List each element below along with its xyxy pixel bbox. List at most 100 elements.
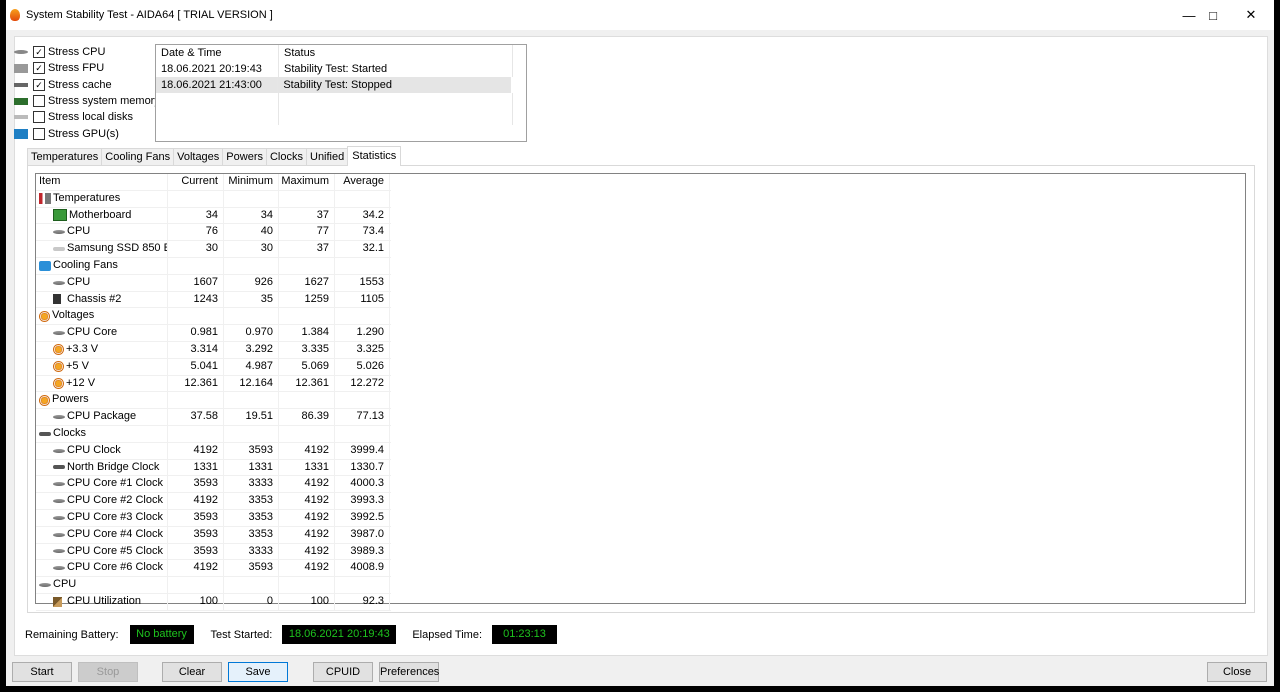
stress-option[interactable]: Stress GPU(s) <box>14 125 160 141</box>
table-row[interactable]: +3.3 V 3.314 3.292 3.335 3.325 <box>36 341 391 359</box>
table-row[interactable]: +5 V 5.041 4.987 5.069 5.026 <box>36 358 391 376</box>
tab-cooling-fans[interactable]: Cooling Fans <box>101 148 175 165</box>
checkbox[interactable]: ✓ <box>33 62 45 75</box>
tab-clocks[interactable]: Clocks <box>265 148 307 165</box>
minimum-value: 926 <box>224 274 279 291</box>
tab-powers[interactable]: Powers <box>222 148 267 165</box>
col-maximum[interactable]: Maximum <box>279 174 335 190</box>
maximum-value: 12.361 <box>279 375 335 392</box>
table-row[interactable]: CPU Core #4 Clock 3593 3353 4192 3987.0 <box>36 526 391 544</box>
minimum-value: 35 <box>224 291 279 308</box>
item-label: North Bridge Clock <box>67 460 160 473</box>
col-average[interactable]: Average <box>335 174 390 190</box>
table-row[interactable]: CPU Clock 4192 3593 4192 3999.4 <box>36 442 391 460</box>
table-row[interactable]: CPU 76 40 77 73.4 <box>36 224 391 242</box>
table-row[interactable]: Samsung SSD 850 EV...30303732.1 <box>36 241 391 258</box>
current-value: 5.041 <box>168 358 224 375</box>
group-row[interactable]: Powers <box>36 392 391 410</box>
current-value: 37.58 <box>168 409 224 425</box>
minimum-value <box>224 257 279 274</box>
current-value: 1243 <box>168 291 224 308</box>
table-row[interactable]: CPU Core #1 Clock 3593 3333 4192 4000.3 <box>36 476 391 494</box>
maximum-value: 4192 <box>279 543 335 560</box>
table-row[interactable]: Chassis #2 1243 35 1259 1105 <box>36 291 391 309</box>
stress-option[interactable]: ✓ Stress CPU <box>14 44 160 60</box>
memory-icon <box>14 97 28 105</box>
stress-option[interactable]: ✓ Stress cache <box>14 77 160 93</box>
table-row[interactable]: CPU Package 37.58 19.51 86.39 77.13 <box>36 409 391 426</box>
log-row[interactable]: 18.06.2021 21:43:00 Stability Test: Stopp… <box>156 77 511 93</box>
start-button[interactable]: Start <box>12 662 72 682</box>
close-window-button[interactable]: ✕ <box>1228 0 1274 30</box>
current-value: 4192 <box>168 442 224 459</box>
checkbox[interactable]: ✓ <box>33 46 45 59</box>
maximum-value: 100 <box>279 593 335 610</box>
chassis-icon <box>53 294 61 305</box>
checkbox[interactable] <box>33 95 45 108</box>
table-row[interactable]: CPU Utilization 100 0 100 92.3 <box>36 593 391 611</box>
item-label: Cooling Fans <box>53 258 118 271</box>
stress-option[interactable]: Stress system memory <box>14 93 160 109</box>
checkbox[interactable] <box>33 111 45 124</box>
checkbox[interactable]: ✓ <box>33 78 45 91</box>
stop-button[interactable]: Stop <box>78 662 138 682</box>
minimum-value <box>224 425 279 442</box>
window-title: System Stability Test - AIDA64 [ TRIAL V… <box>26 9 273 21</box>
minimum-value <box>224 392 279 409</box>
checkbox[interactable] <box>33 127 45 140</box>
average-value <box>335 577 390 593</box>
table-row[interactable]: CPU Core #6 Clock 4192 3593 4192 4008.9 <box>36 560 391 578</box>
group-row[interactable]: Cooling Fans <box>36 257 391 275</box>
table-row[interactable]: CPU Core #2 Clock 4192 3353 4192 3993.3 <box>36 493 391 510</box>
item-label: CPU <box>67 275 91 288</box>
log-header-status[interactable]: Status <box>279 45 513 61</box>
average-value: 92.3 <box>335 593 390 610</box>
maximum-value: 86.39 <box>279 409 335 425</box>
average-value: 1.290 <box>335 325 390 341</box>
table-row[interactable]: CPU Core 0.981 0.970 1.384 1.290 <box>36 325 391 342</box>
item-label: Temperatures <box>53 191 121 204</box>
close-button[interactable]: Close <box>1207 662 1267 682</box>
log-header-datetime[interactable]: Date & Time <box>156 45 279 61</box>
stress-option[interactable]: Stress local disks <box>14 109 160 125</box>
minimum-value: 1331 <box>224 459 279 476</box>
table-row[interactable]: North Bridge Clock 1331 1331 1331 1330.7 <box>36 459 391 477</box>
log-datetime: 18.06.2021 21:43:00 <box>156 77 279 93</box>
table-row[interactable]: +12 V 12.361 12.164 12.361 12.272 <box>36 375 391 393</box>
col-minimum[interactable]: Minimum <box>224 174 279 190</box>
group-row[interactable]: CPU <box>36 577 391 594</box>
test-started-value: 18.06.2021 20:19:43 <box>282 625 397 644</box>
log-row[interactable]: 18.06.2021 20:19:43 Stability Test: Start… <box>156 61 526 77</box>
save-button[interactable]: Save <box>228 662 288 682</box>
minimum-value: 3333 <box>224 543 279 560</box>
tab-temperatures[interactable]: Temperatures <box>27 148 103 165</box>
clear-button[interactable]: Clear <box>162 662 222 682</box>
table-row[interactable]: CPU Core #5 Clock 3593 3333 4192 3989.3 <box>36 543 391 561</box>
average-value: 3989.3 <box>335 543 390 560</box>
tab-unified[interactable]: Unified <box>306 148 349 165</box>
maximum-value <box>279 257 335 274</box>
cpuid-button[interactable]: CPUID <box>313 662 373 682</box>
group-row[interactable]: Clocks <box>36 425 391 443</box>
table-row[interactable]: CPU 1607 926 1627 1553 <box>36 274 391 292</box>
elapsed-time-value: 01:23:13 <box>492 625 558 644</box>
maximum-value <box>279 577 335 593</box>
stress-option[interactable]: ✓ Stress FPU <box>14 60 160 76</box>
tab-voltages[interactable]: Voltages <box>173 148 224 165</box>
col-item[interactable]: Item <box>36 174 168 190</box>
group-row[interactable]: Temperatures <box>36 190 391 208</box>
table-row[interactable]: Motherboard 34 34 37 34.2 <box>36 207 391 225</box>
option-label: Stress CPU <box>48 46 106 59</box>
table-row[interactable]: CPU Core #3 Clock 3593 3353 4192 3992.5 <box>36 509 391 527</box>
average-value: 5.026 <box>335 358 390 375</box>
col-current[interactable]: Current <box>168 174 224 190</box>
average-value: 1105 <box>335 291 390 308</box>
group-row[interactable]: Voltages <box>36 308 391 326</box>
average-value: 4000.3 <box>335 476 390 493</box>
maximum-value: 4192 <box>279 476 335 493</box>
item-label: CPU Core #6 Clock <box>67 561 163 574</box>
tab-statistics[interactable]: Statistics <box>347 146 402 166</box>
maximum-value <box>279 425 335 442</box>
preferences-button[interactable]: Preferences <box>379 662 439 682</box>
minimum-value: 3593 <box>224 442 279 459</box>
